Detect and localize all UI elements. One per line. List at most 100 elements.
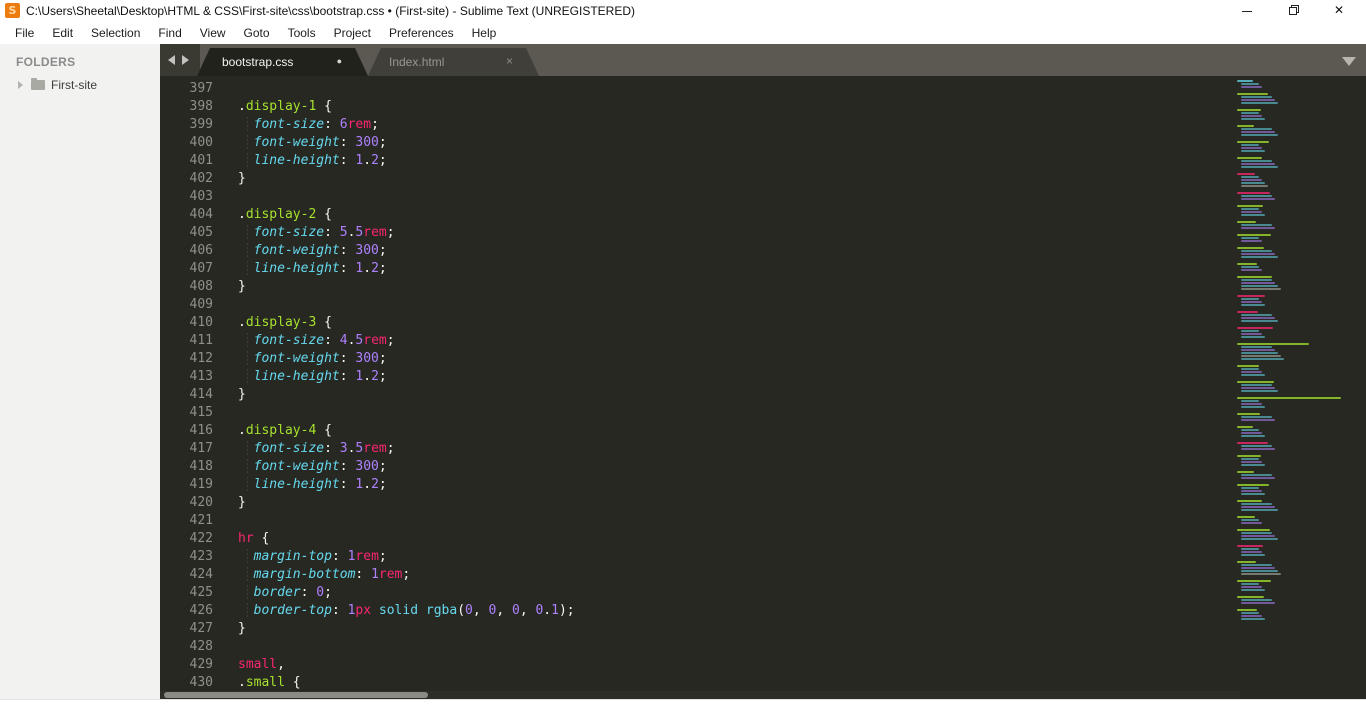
code-line: small, (238, 657, 285, 672)
minimap-rule-block (1237, 234, 1355, 242)
minimap-rule-block (1237, 397, 1355, 408)
line-number: 420 (189, 495, 213, 510)
minimap-rule-block (1237, 484, 1355, 495)
menu-item-find[interactable]: Find (149, 22, 190, 44)
minimap-rule-block (1237, 609, 1355, 620)
menu-item-selection[interactable]: Selection (82, 22, 149, 44)
minimap-rule-block (1237, 529, 1355, 540)
line-number-gutter: 397 398 399 400 401 402 403 404 405 406 407 408 409 4… (160, 80, 213, 692)
folder-label: First-site (51, 78, 97, 92)
tab-overflow-dropdown-icon[interactable] (1342, 57, 1356, 66)
menu-bar: File Edit Selection Find View Goto Tools Projec… (0, 22, 1366, 44)
code-line: font-size: 6rem; (238, 116, 575, 134)
indent-guide (247, 369, 248, 385)
menu-item-view[interactable]: View (191, 22, 235, 44)
code-line: font-weight: 300; (238, 350, 575, 368)
line-number: 401 (189, 153, 213, 168)
minimap-rule-block (1237, 173, 1355, 187)
minimize-button[interactable] (1230, 0, 1264, 22)
line-number: 406 (189, 243, 213, 258)
code-area[interactable]: .display-1 { font-size: 6rem; font-weigh… (238, 80, 575, 692)
line-number: 398 (189, 99, 213, 114)
tab-scroll-arrows (160, 44, 200, 76)
tab-label: Index.html (389, 55, 445, 69)
sidebar-item-first-site[interactable]: First-site (0, 75, 160, 95)
menu-item-edit[interactable]: Edit (43, 22, 82, 44)
tab-bootstrap.css[interactable]: bootstrap.css ● (197, 48, 368, 76)
horizontal-scrollbar-thumb[interactable] (164, 692, 428, 698)
menu-item-preferences[interactable]: Preferences (380, 22, 463, 44)
indent-guide (247, 135, 248, 151)
code-line: line-height: 1.2; (238, 152, 575, 170)
menu-item-help[interactable]: Help (463, 22, 506, 44)
chevron-right-icon[interactable] (18, 81, 23, 89)
indent-guide (247, 117, 248, 133)
minimap-rule-block (1237, 442, 1355, 450)
line-number: 416 (189, 423, 213, 438)
status-bar (0, 699, 1366, 705)
line-number: 423 (189, 549, 213, 564)
indent-guide (247, 459, 248, 475)
close-button[interactable]: ✕ (1322, 0, 1356, 22)
tab-label: bootstrap.css (222, 55, 294, 69)
line-number: 412 (189, 351, 213, 366)
minimap-rule-block (1237, 247, 1355, 258)
tab-bar: bootstrap.css ● Index.html × (160, 44, 1366, 76)
sublime-logo-icon: S (5, 3, 20, 18)
code-line: font-weight: 300; (238, 242, 575, 260)
menu-item-project[interactable]: Project (325, 22, 380, 44)
minimap-rule-block (1237, 192, 1355, 200)
minimap-rule-block (1237, 343, 1355, 360)
indent-guide (247, 225, 248, 241)
code-line: } (238, 171, 246, 186)
tab-scroll-right-icon[interactable] (182, 55, 189, 65)
line-number: 402 (189, 171, 213, 186)
code-line: .display-2 { (238, 207, 332, 222)
minimap-rule-block (1237, 327, 1355, 338)
tabs-container: bootstrap.css ● Index.html × (197, 48, 539, 76)
sublime-window: S C:\Users\Sheetal\Desktop\HTML & CSS\Fi… (0, 0, 1366, 705)
minimap-rule-block (1237, 365, 1355, 376)
code-line: hr { (238, 531, 270, 546)
minimap-rule-block (1237, 205, 1355, 216)
tab-index.html[interactable]: Index.html × (368, 48, 539, 76)
line-number: 426 (189, 603, 213, 618)
tab-scroll-left-icon[interactable] (168, 55, 175, 65)
menu-item-goto[interactable]: Goto (235, 22, 279, 44)
restore-button[interactable] (1276, 0, 1310, 22)
tab-close-icon[interactable]: × (506, 54, 513, 68)
line-number: 428 (189, 639, 213, 654)
line-number: 429 (189, 657, 213, 672)
line-number: 418 (189, 459, 213, 474)
minimap-rule-block (1237, 381, 1355, 392)
menu-item-tools[interactable]: Tools (279, 22, 325, 44)
indent-guide (247, 585, 248, 601)
line-number: 399 (189, 117, 213, 132)
line-number: 415 (189, 405, 213, 420)
minimap-rule-block (1237, 561, 1355, 575)
indent-guide (247, 567, 248, 583)
minimap-rule-block (1237, 141, 1355, 152)
indent-guide (247, 153, 248, 169)
editor-pane[interactable]: 397 398 399 400 401 402 403 404 405 406 407 408 409 4… (160, 76, 1366, 699)
minimap[interactable] (1237, 80, 1355, 625)
indent-guide (247, 549, 248, 565)
minimap-rule-block (1237, 516, 1355, 524)
indent-guide (247, 603, 248, 619)
code-line: line-height: 1.2; (238, 260, 575, 278)
line-number: 410 (189, 315, 213, 330)
line-number: 417 (189, 441, 213, 456)
line-number: 421 (189, 513, 213, 528)
line-number: 411 (189, 333, 213, 348)
code-line: .display-1 { (238, 99, 332, 114)
line-number: 424 (189, 567, 213, 582)
code-line: font-weight: 300; (238, 458, 575, 476)
code-line: margin-bottom: 1rem; (238, 566, 575, 584)
line-number: 403 (189, 189, 213, 204)
minimap-rule-block (1237, 221, 1355, 229)
line-number: 407 (189, 261, 213, 276)
menu-item-file[interactable]: File (6, 22, 43, 44)
